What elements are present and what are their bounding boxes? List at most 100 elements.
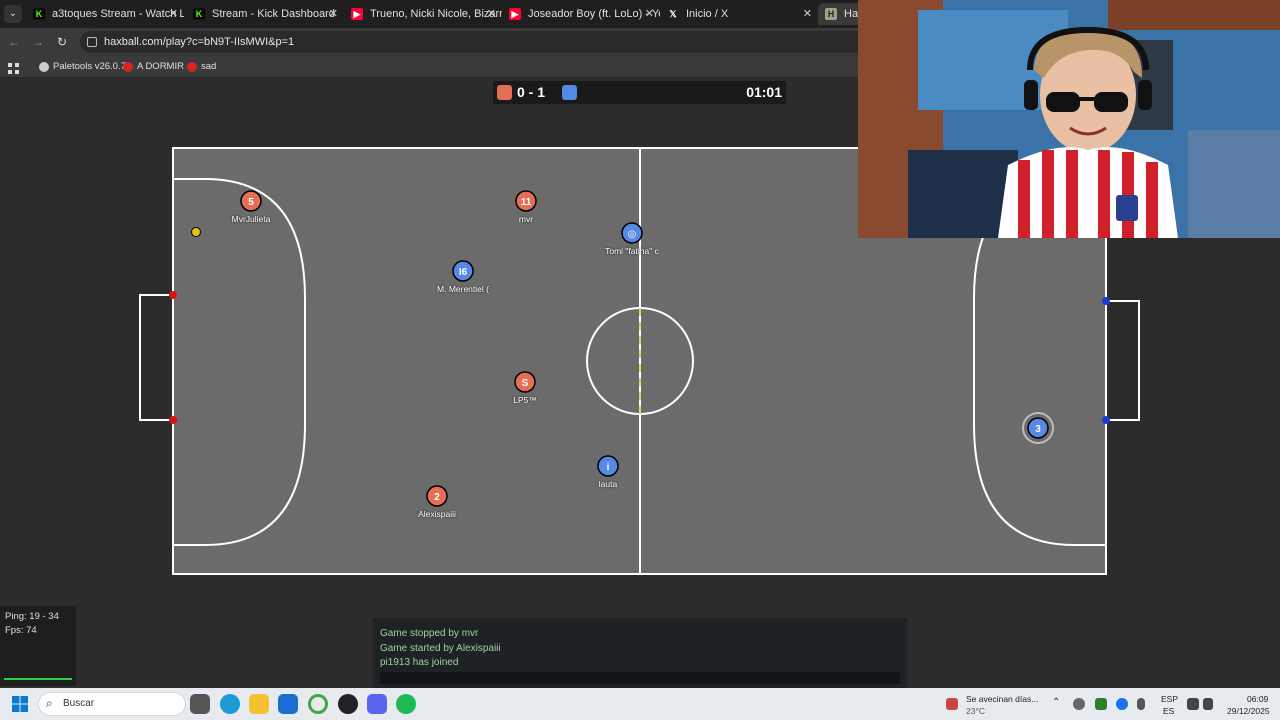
close-icon[interactable]: ✕ — [803, 3, 812, 25]
bookmark-label: A DORMIR — [137, 61, 184, 72]
tab-youtube-trueno[interactable]: ▶ Trueno, Nicki Nicole, Bizarrap - ✕ — [344, 3, 502, 25]
weather-icon[interactable] — [946, 698, 958, 710]
player-tomi: ◎ — [621, 222, 643, 244]
network-tray-icon[interactable] — [1073, 698, 1085, 710]
tab-kick-dashboard[interactable]: K Stream - Kick Dashboard ✕ — [186, 3, 344, 25]
weather-text[interactable]: Se avecinan días... — [966, 694, 1038, 704]
tab-title: Stream - Kick Dashboard — [212, 8, 335, 20]
youtube-icon — [123, 62, 133, 72]
obs-icon[interactable] — [338, 694, 358, 714]
reload-icon[interactable]: ↻ — [54, 34, 70, 50]
player-name: MvrJulieta — [231, 214, 271, 224]
player-number: 11 — [521, 197, 532, 208]
spotify-icon[interactable] — [396, 694, 416, 714]
chat-message: Game stopped by mvr — [380, 628, 479, 639]
kick-icon: K — [33, 8, 45, 20]
discord-icon[interactable] — [367, 694, 387, 714]
search-placeholder: Buscar — [63, 698, 95, 709]
monitor-icon[interactable] — [1187, 698, 1199, 710]
tab-search-button[interactable]: ⌄ — [4, 5, 22, 23]
player-mvrjulieta: 5 — [240, 190, 262, 212]
player-name: LP5™ — [513, 395, 537, 405]
player-number: 5 — [248, 197, 254, 208]
x-icon: 𝕏 — [669, 9, 677, 19]
player-alexispaiii: 2 — [426, 485, 448, 507]
forward-arrow-icon[interactable]: → — [30, 34, 46, 50]
clock-time[interactable]: 06:09 — [1247, 694, 1268, 704]
tab-title: a3toques Stream - Watch Live o — [52, 8, 184, 20]
chrome-icon[interactable] — [308, 694, 328, 714]
player-name: M. Merentiel ( — [437, 284, 489, 294]
chat-message: Game started by Alexispaiii — [380, 643, 501, 654]
chat-input[interactable] — [380, 672, 900, 684]
bookmark-label: sad — [201, 61, 217, 72]
right-goalpost-top — [1102, 297, 1110, 305]
language-indicator[interactable]: ESP — [1161, 694, 1178, 704]
file-explorer-icon[interactable] — [249, 694, 269, 714]
right-goal — [1106, 300, 1140, 421]
back-arrow-icon[interactable]: ← — [6, 34, 22, 50]
windows-start-icon[interactable] — [12, 696, 28, 712]
task-view-icon[interactable] — [190, 694, 210, 714]
url-text: haxball.com/play?c=bN9T-IIsMWI&p=1 — [104, 36, 295, 48]
player-number: S — [522, 378, 529, 389]
fps-readout: Fps: 74 — [5, 625, 37, 636]
left-goalpost-top — [169, 291, 177, 299]
streamer-webcam-image — [858, 0, 1280, 238]
left-goal — [139, 294, 173, 421]
ping-graph — [4, 674, 72, 680]
player-lauta: i — [597, 455, 619, 477]
player-name: lauta — [598, 479, 618, 489]
player-lp5: S — [514, 371, 536, 393]
bookmark-label: Paletools v26.0.7 — [53, 61, 126, 72]
player-number: 3 — [1035, 424, 1041, 435]
apps-grid-icon[interactable] — [8, 61, 19, 74]
close-icon[interactable]: ✕ — [329, 3, 338, 25]
ping-readout: Ping: 19 - 34 — [5, 611, 59, 622]
tab-title: Trueno, Nicki Nicole, Bizarrap - — [370, 8, 502, 20]
kick-icon: K — [193, 8, 205, 20]
close-icon[interactable]: ✕ — [645, 3, 654, 25]
bluetooth-icon[interactable] — [1116, 698, 1128, 710]
store-icon[interactable] — [278, 694, 298, 714]
site-info-icon[interactable] — [87, 37, 97, 47]
bookmark-a-dormir[interactable]: A DORMIR — [123, 56, 184, 78]
right-goalpost-bottom — [1102, 416, 1110, 424]
tab-title: Inicio / X — [686, 8, 729, 20]
microphone-icon[interactable] — [1137, 698, 1145, 710]
player-merentiel: I6 — [452, 260, 474, 282]
tab-x-home[interactable]: 𝕏 Inicio / X ✕ — [660, 3, 818, 25]
windows-taskbar: ⌕ Buscar Se avecinan días... 23°C ⌃ ESP … — [0, 688, 1280, 720]
player-number: ◎ — [628, 229, 637, 240]
bookmark-sad[interactable]: sad — [187, 56, 216, 78]
chat-message: pi1913 has joined — [380, 657, 459, 668]
temperature-text: 23°C — [966, 706, 985, 716]
chevron-up-icon[interactable]: ⌃ — [1052, 697, 1060, 708]
ball — [191, 227, 201, 237]
edge-icon[interactable] — [220, 694, 240, 714]
haxball-icon: H — [825, 8, 837, 20]
url-input[interactable]: haxball.com/play?c=bN9T-IIsMWI&p=1 — [80, 31, 880, 53]
clock-date: 29/12/2025 — [1227, 706, 1270, 716]
close-icon[interactable]: ✕ — [169, 3, 178, 25]
search-icon: ⌕ — [46, 696, 53, 710]
player-number: i — [607, 462, 610, 473]
player-mvr: 11 — [515, 190, 537, 212]
player-name: Tomi "fatiha" c — [605, 246, 659, 256]
volume-icon[interactable] — [1203, 698, 1213, 710]
youtube-icon: ▶ — [509, 8, 521, 20]
tab-youtube-joseador[interactable]: ▶ Joseador Boy (ft. LoLo) - YouTu ✕ — [502, 3, 660, 25]
youtube-icon: ▶ — [351, 8, 363, 20]
bookmark-paletools[interactable]: Paletools v26.0.7 — [39, 56, 126, 78]
player-number: 2 — [434, 492, 440, 503]
tab-kick-stream[interactable]: K a3toques Stream - Watch Live o ✕ — [26, 3, 184, 25]
tab-title: Joseador Boy (ft. LoLo) - YouTu — [528, 8, 660, 20]
region-indicator: ES — [1163, 706, 1175, 716]
close-icon[interactable]: ✕ — [487, 3, 496, 25]
taskbar-search-box[interactable]: ⌕ Buscar — [38, 692, 186, 716]
player-number: I6 — [459, 267, 468, 278]
youtube-icon — [187, 62, 197, 72]
player-name: Alexispaiii — [418, 509, 456, 519]
app-tray-icon[interactable] — [1095, 698, 1107, 710]
chat-panel: Game stopped by mvr Game started by Alex… — [373, 618, 907, 688]
